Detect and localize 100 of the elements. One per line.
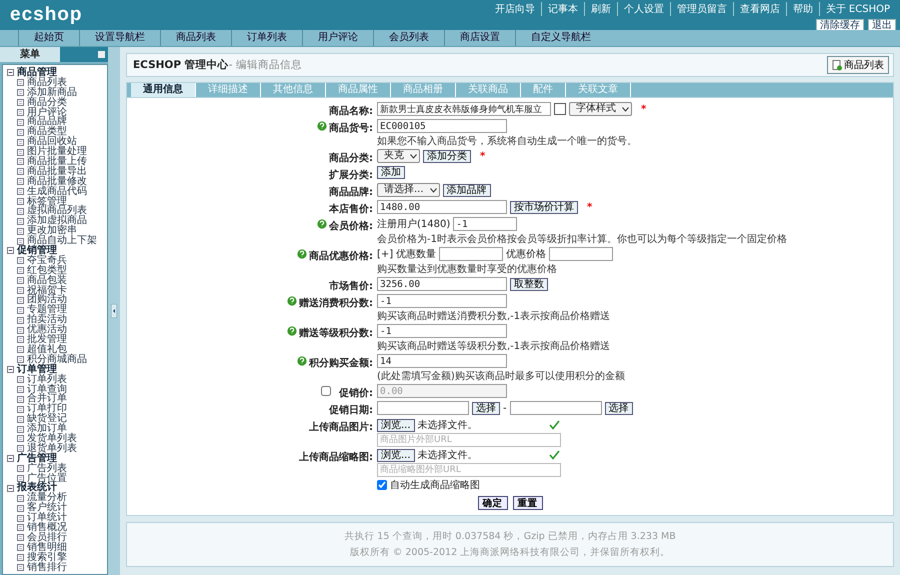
header-link[interactable]: 查看网店 [732,2,786,16]
header-link[interactable]: 管理员留言 [670,2,733,16]
action-button[interactable]: 添加品牌 [442,184,491,196]
menu-item[interactable]: 超值礼包 [7,344,107,355]
goods-list-button[interactable]: 商品列表 [827,56,889,74]
text-input[interactable]: 新款男士真皮皮衣韩版修身帅气机车服立 [377,102,551,116]
menu-item[interactable]: 发货单列表 [7,434,107,444]
page-icon [17,494,24,502]
menu-item[interactable]: 广告列表 [7,464,107,474]
menu-item[interactable]: 批发管理 [7,335,107,345]
menu-item[interactable]: 销售概况 [7,522,107,533]
text-input[interactable]: EC000105 [377,119,507,133]
menu-item[interactable]: 红包类型 [7,266,107,276]
browse-button[interactable]: 浏览... [377,448,415,462]
action-button[interactable]: 按市场价计算 [510,200,578,214]
text-input[interactable]: -1 [453,217,518,231]
collapse-arrow-icon[interactable] [111,304,117,318]
header-link[interactable]: 个人设置 [616,2,670,16]
action-button[interactable]: 取整数 [510,278,548,290]
menu-item[interactable]: 销售排行 [7,562,107,572]
menu-item[interactable]: 生成商品代码 [7,186,107,197]
url-input[interactable]: 商品缩略图外部URL [377,463,561,477]
page-icon [17,208,24,215]
nav-tab[interactable]: 订单列表 [231,30,302,46]
page-icon [17,287,24,294]
menu-item[interactable]: 添加新商品 [7,88,107,98]
text-input[interactable]: 1480.00 [377,200,507,214]
nav-tab[interactable]: 起始页 [18,30,79,46]
menu-item[interactable]: 订单查询 [7,384,107,394]
nav-tab[interactable]: 会员列表 [373,30,444,46]
header-link[interactable]: 记事本 [540,2,584,16]
submit-button[interactable]: 重置 [512,496,542,510]
nav-tab[interactable]: 自定义导航栏 [515,30,606,46]
url-input[interactable]: 商品图片外部URL [377,433,561,447]
dropdown[interactable]: 请选择... [377,183,440,197]
page-icon [17,158,24,166]
menu-item[interactable]: 订单统计 [7,513,107,523]
date-input[interactable] [510,401,602,415]
menu-item[interactable]: 添加订单 [7,424,107,434]
menu-item[interactable]: 退货单列表 [7,444,107,454]
menu-item[interactable]: 订单列表 [7,374,107,384]
menu-item[interactable]: 商品批量修改 [7,176,107,187]
menu-group[interactable]: 订单管理 [7,364,107,375]
action-button[interactable]: 添加分类 [423,150,471,162]
checkbox[interactable] [377,480,387,490]
action-button[interactable]: 选择 [604,402,633,414]
menu-item[interactable]: 缺货登记 [7,414,107,424]
text-input[interactable]: 3256.00 [377,277,507,291]
menu-group[interactable]: 广告管理 [7,454,107,464]
menu-item[interactable]: 销售明细 [7,542,107,553]
text-input[interactable]: -1 [377,294,507,308]
field-label: 本店售价: [329,202,373,216]
menu-group[interactable]: 商品管理 [7,68,107,78]
nav-tab[interactable]: 商店设置 [444,30,515,46]
nav-tab[interactable]: 用户评论 [302,30,373,46]
menu-item[interactable]: 祝福贺卡 [7,286,107,296]
header-link[interactable]: 开店向导 [488,2,541,16]
action-button[interactable]: 选择 [472,402,500,414]
page-icon [17,218,24,225]
page-icon [17,376,24,384]
field-label: 赠送等级积分数: [299,326,373,340]
text-input[interactable] [549,247,614,261]
page-icon [17,99,24,106]
field-text: [+] [377,248,394,260]
page-icon [17,534,24,542]
menu-item[interactable]: 团购活动 [7,295,107,306]
menu-item[interactable]: 商品分类 [7,98,107,108]
submit-button[interactable]: 确定 [478,496,508,510]
color-picker[interactable] [554,103,566,115]
caret-icon [430,188,437,192]
menu-item[interactable]: 搜索引擎 [7,552,107,563]
menu-tab[interactable]: 菜单 [0,47,60,62]
menu-item[interactable]: 会员排行 [7,532,107,543]
checkbox[interactable] [321,386,331,396]
form-tab[interactable]: 通用信息 [131,83,196,97]
page-icon [17,326,24,334]
menu-item[interactable]: 用户评论 [7,108,107,118]
dropdown[interactable]: 夹克 [377,149,420,163]
nav-tab[interactable]: 设置导航栏 [79,30,160,46]
menu-item[interactable]: 商品批量上传 [7,157,107,167]
header-link[interactable]: 关于 ECSHOP [818,2,896,16]
dropdown[interactable]: 字体样式 [569,102,632,116]
date-input[interactable] [377,401,469,415]
menu-item[interactable]: 商品列表 [7,78,107,88]
header-link[interactable]: 刷新 [584,2,617,16]
menu-item[interactable]: 夺宝奇兵 [7,256,107,266]
menu-item[interactable]: 商品包装 [7,276,107,286]
text-input[interactable]: 14 [377,354,507,368]
nav-tab[interactable]: 商品列表 [160,30,231,46]
header-link[interactable]: 帮助 [786,2,819,16]
menu-item[interactable]: 商品批量导出 [7,166,107,177]
page-icon [17,426,24,432]
text-input[interactable]: -1 [377,324,507,338]
menu-group[interactable]: 促销管理 [7,246,107,256]
page-icon [17,524,24,532]
text-input[interactable] [439,247,504,261]
action-button[interactable]: 添加 [377,166,405,179]
page-icon [17,316,24,324]
browse-button[interactable]: 浏览... [377,418,415,432]
menu-item[interactable]: 积分商城商品 [7,354,107,365]
